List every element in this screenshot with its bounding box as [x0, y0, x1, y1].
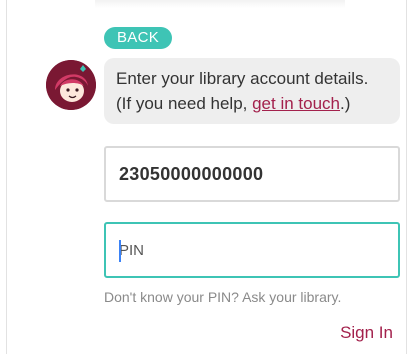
message-text-end: .)	[340, 94, 351, 113]
pin-input[interactable]	[106, 224, 398, 276]
text-caret	[119, 240, 121, 262]
message-bubble: Enter your library account details. (If …	[104, 58, 400, 124]
back-button[interactable]: BACK	[104, 27, 173, 49]
libby-avatar-icon	[46, 60, 96, 110]
sign-in-button[interactable]: Sign In	[340, 323, 393, 343]
top-shadow	[95, 0, 345, 8]
get-in-touch-link[interactable]: get in touch	[252, 94, 340, 113]
pin-field[interactable]	[104, 222, 400, 278]
library-card-field[interactable]	[104, 146, 400, 202]
pin-help-text: Don't know your PIN? Ask your library.	[104, 289, 342, 305]
library-card-input[interactable]	[106, 148, 398, 200]
